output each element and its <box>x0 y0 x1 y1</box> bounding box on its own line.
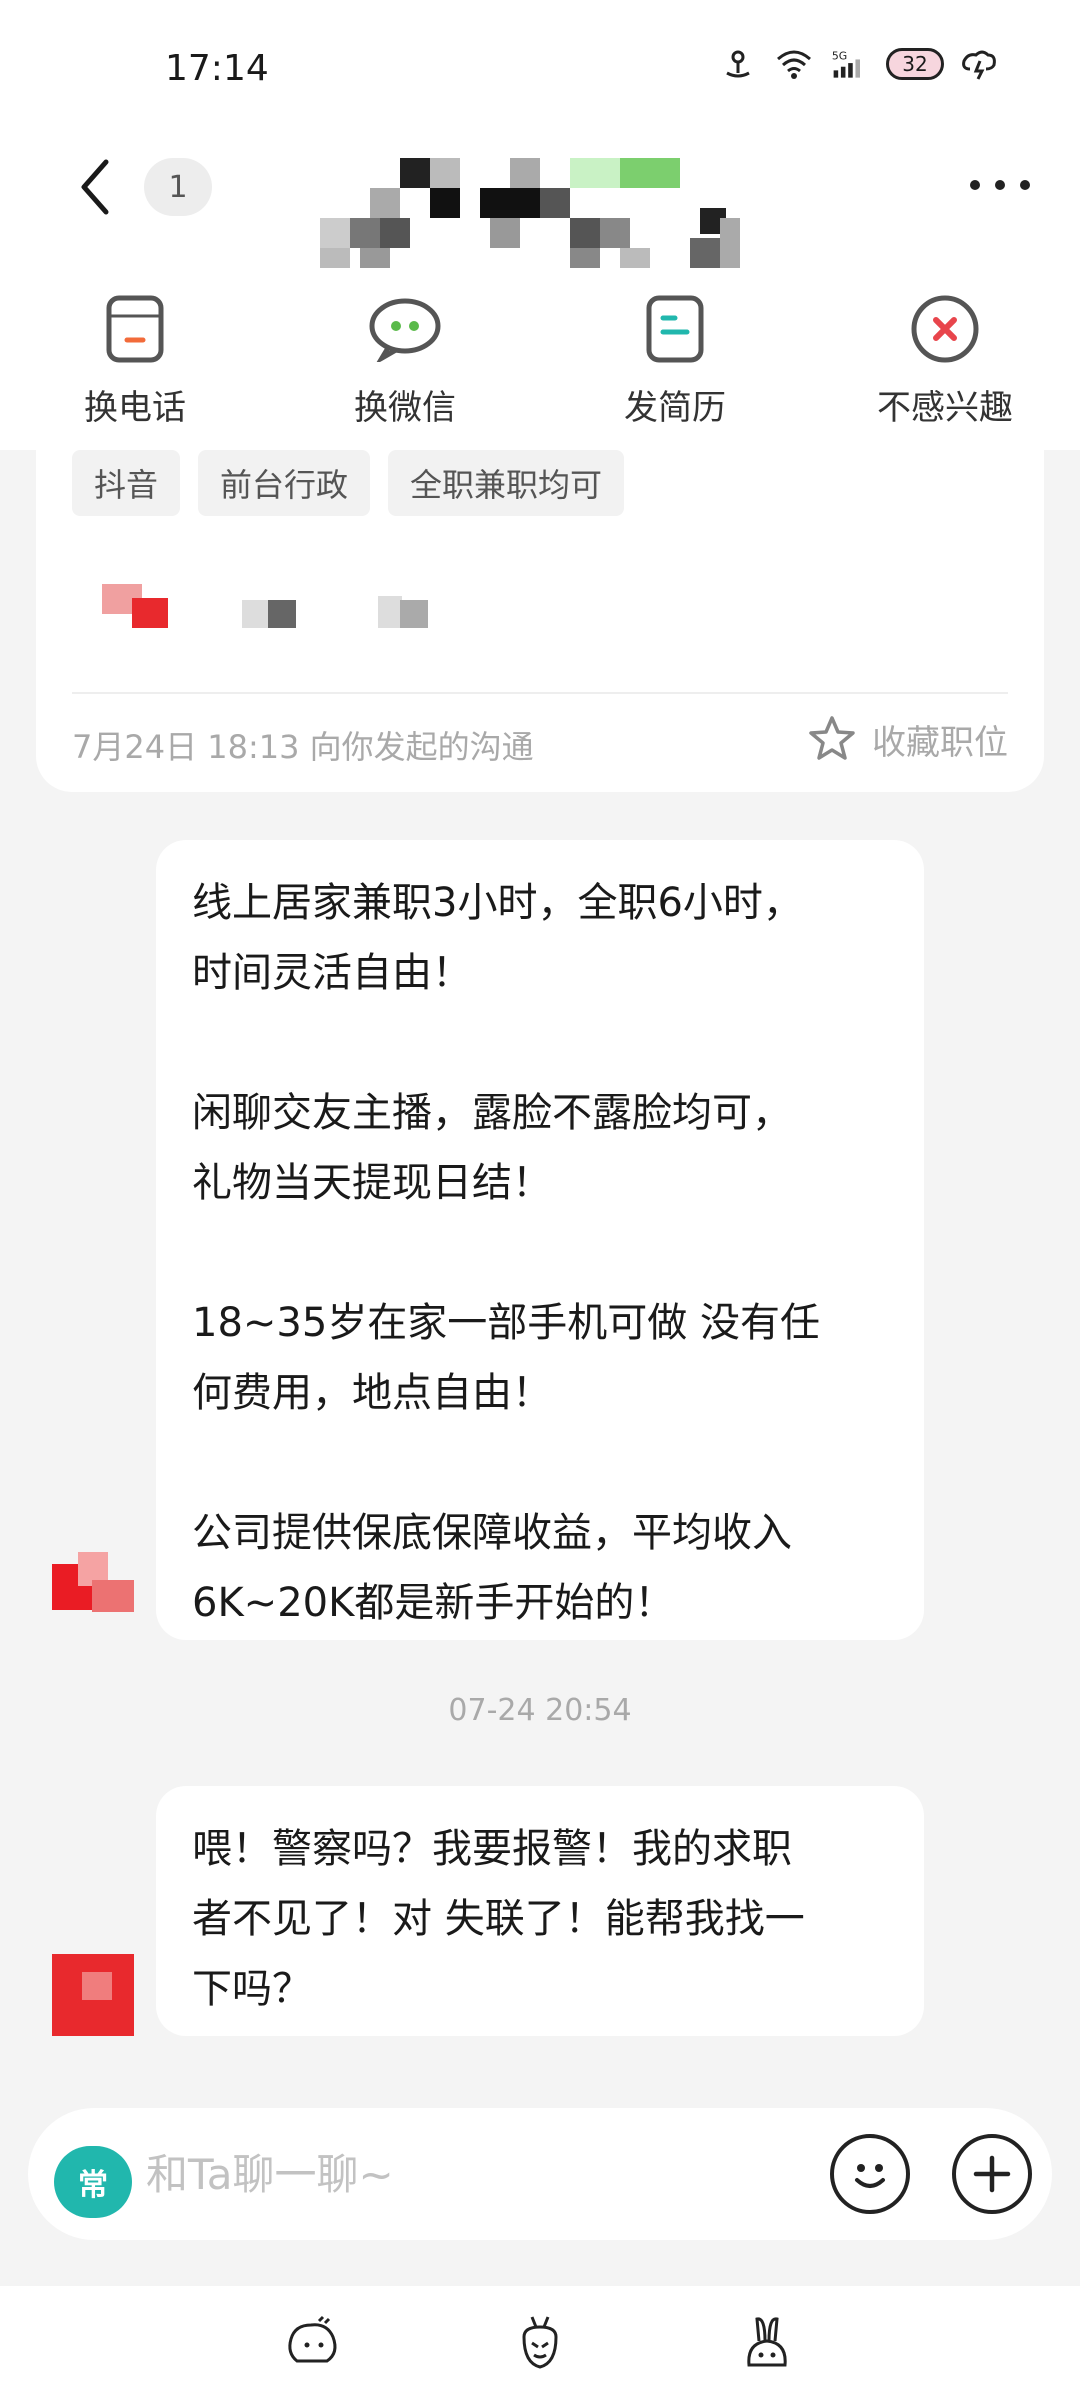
nav-home-button[interactable] <box>510 2313 570 2373</box>
resume-icon <box>638 292 712 366</box>
message-input[interactable] <box>146 2138 796 2210</box>
chat-header: 1 <box>0 130 1080 280</box>
quick-actions-bar: 换电话 换微信 发简历 不感兴趣 <box>0 280 1080 450</box>
conversation-start-text: 7月24日 18:13 向你发起的沟通 <box>72 728 534 766</box>
status-bar: 17:14 5G 32 <box>0 0 1080 130</box>
message-text: 喂！警察吗？我要报警！我的求职 者不见了！对 失联了！能帮我找一 下吗？ <box>192 1826 805 2012</box>
wifi-icon <box>774 44 814 84</box>
battery-indicator: 32 <box>886 48 944 80</box>
chevron-left-icon <box>81 159 109 215</box>
svg-text:5G: 5G <box>832 49 847 62</box>
swap-phone-action[interactable]: 换电话 <box>0 280 270 450</box>
send-resume-action[interactable]: 发简历 <box>540 280 810 450</box>
message-input-box[interactable]: 常 <box>28 2108 1052 2240</box>
charging-icon <box>960 44 1000 84</box>
smiley-icon <box>855 2164 885 2188</box>
unread-count-badge: 1 <box>144 158 212 216</box>
avatar[interactable] <box>52 1954 134 2036</box>
favorite-label: 收藏职位 <box>872 722 1008 763</box>
action-label: 发简历 <box>624 388 726 428</box>
job-tags: 抖音 前台行政 全职兼职均可 <box>72 450 625 516</box>
swap-wechat-action[interactable]: 换微信 <box>270 280 540 450</box>
action-label: 不感兴趣 <box>877 388 1013 428</box>
cookie-face-icon <box>288 2315 337 2363</box>
more-input-button[interactable] <box>952 2134 1032 2214</box>
job-tag: 抖音 <box>72 450 181 516</box>
job-tag: 全职兼职均可 <box>388 450 625 516</box>
redacted-image <box>268 600 296 628</box>
divider <box>72 692 1008 694</box>
nav-recent-button[interactable] <box>283 2313 343 2373</box>
star-icon <box>809 716 855 760</box>
status-time: 17:14 <box>165 48 269 89</box>
more-dot <box>970 180 980 190</box>
job-info-card[interactable]: 抖音 前台行政 全职兼职均可 7月24日 18:13 向你发起的沟通 收藏职位 <box>36 450 1044 792</box>
message-bubble[interactable]: 线上居家兼职3小时，全职6小时， 时间灵活自由！ 闲聊交友主播，露脸不露脸均可，… <box>156 840 924 1640</box>
redacted-image <box>132 598 168 628</box>
nav-back-button[interactable] <box>737 2313 797 2373</box>
common-phrases-button[interactable]: 常 <box>54 2146 132 2218</box>
more-options-button[interactable] <box>970 180 1030 194</box>
action-label: 换电话 <box>84 388 186 428</box>
bunny-face-icon <box>746 2317 787 2367</box>
redacted-image <box>400 600 428 628</box>
emoji-button[interactable] <box>830 2134 910 2214</box>
input-bar: 常 <box>0 2086 1080 2286</box>
wechat-icon <box>368 292 442 366</box>
redacted-image <box>378 596 402 628</box>
more-dot <box>995 180 1005 190</box>
signal-icon: 5G <box>830 44 870 84</box>
location-icon <box>718 44 758 84</box>
contact-name-redacted <box>320 142 740 272</box>
system-nav-bar <box>0 2286 1080 2400</box>
favorite-job-button[interactable]: 收藏职位 <box>806 714 1008 764</box>
not-interested-action[interactable]: 不感兴趣 <box>810 280 1080 450</box>
job-tag: 前台行政 <box>198 450 371 516</box>
chat-screen: 17:14 5G 32 1 换电话 换微信 发简历 不感兴趣 抖音 前台行政 全… <box>0 0 1080 2400</box>
avatar[interactable] <box>52 1552 134 1634</box>
plus-icon <box>973 2155 1011 2193</box>
status-icons: 5G 32 <box>718 44 1000 84</box>
message-text: 线上居家兼职3小时，全职6小时， 时间灵活自由！ 闲聊交友主播，露脸不露脸均可，… <box>192 880 821 1626</box>
back-button[interactable] <box>72 152 122 222</box>
close-circle-icon <box>908 292 982 366</box>
phone-swap-icon <box>98 292 172 366</box>
action-label: 换微信 <box>354 388 456 428</box>
message-bubble[interactable]: 喂！警察吗？我要报警！我的求职 者不见了！对 失联了！能帮我找一 下吗？ <box>156 1786 924 2036</box>
radish-face-icon <box>522 2316 558 2369</box>
message-timestamp: 07-24 20:54 <box>448 1693 632 1728</box>
more-dot <box>1020 180 1030 190</box>
